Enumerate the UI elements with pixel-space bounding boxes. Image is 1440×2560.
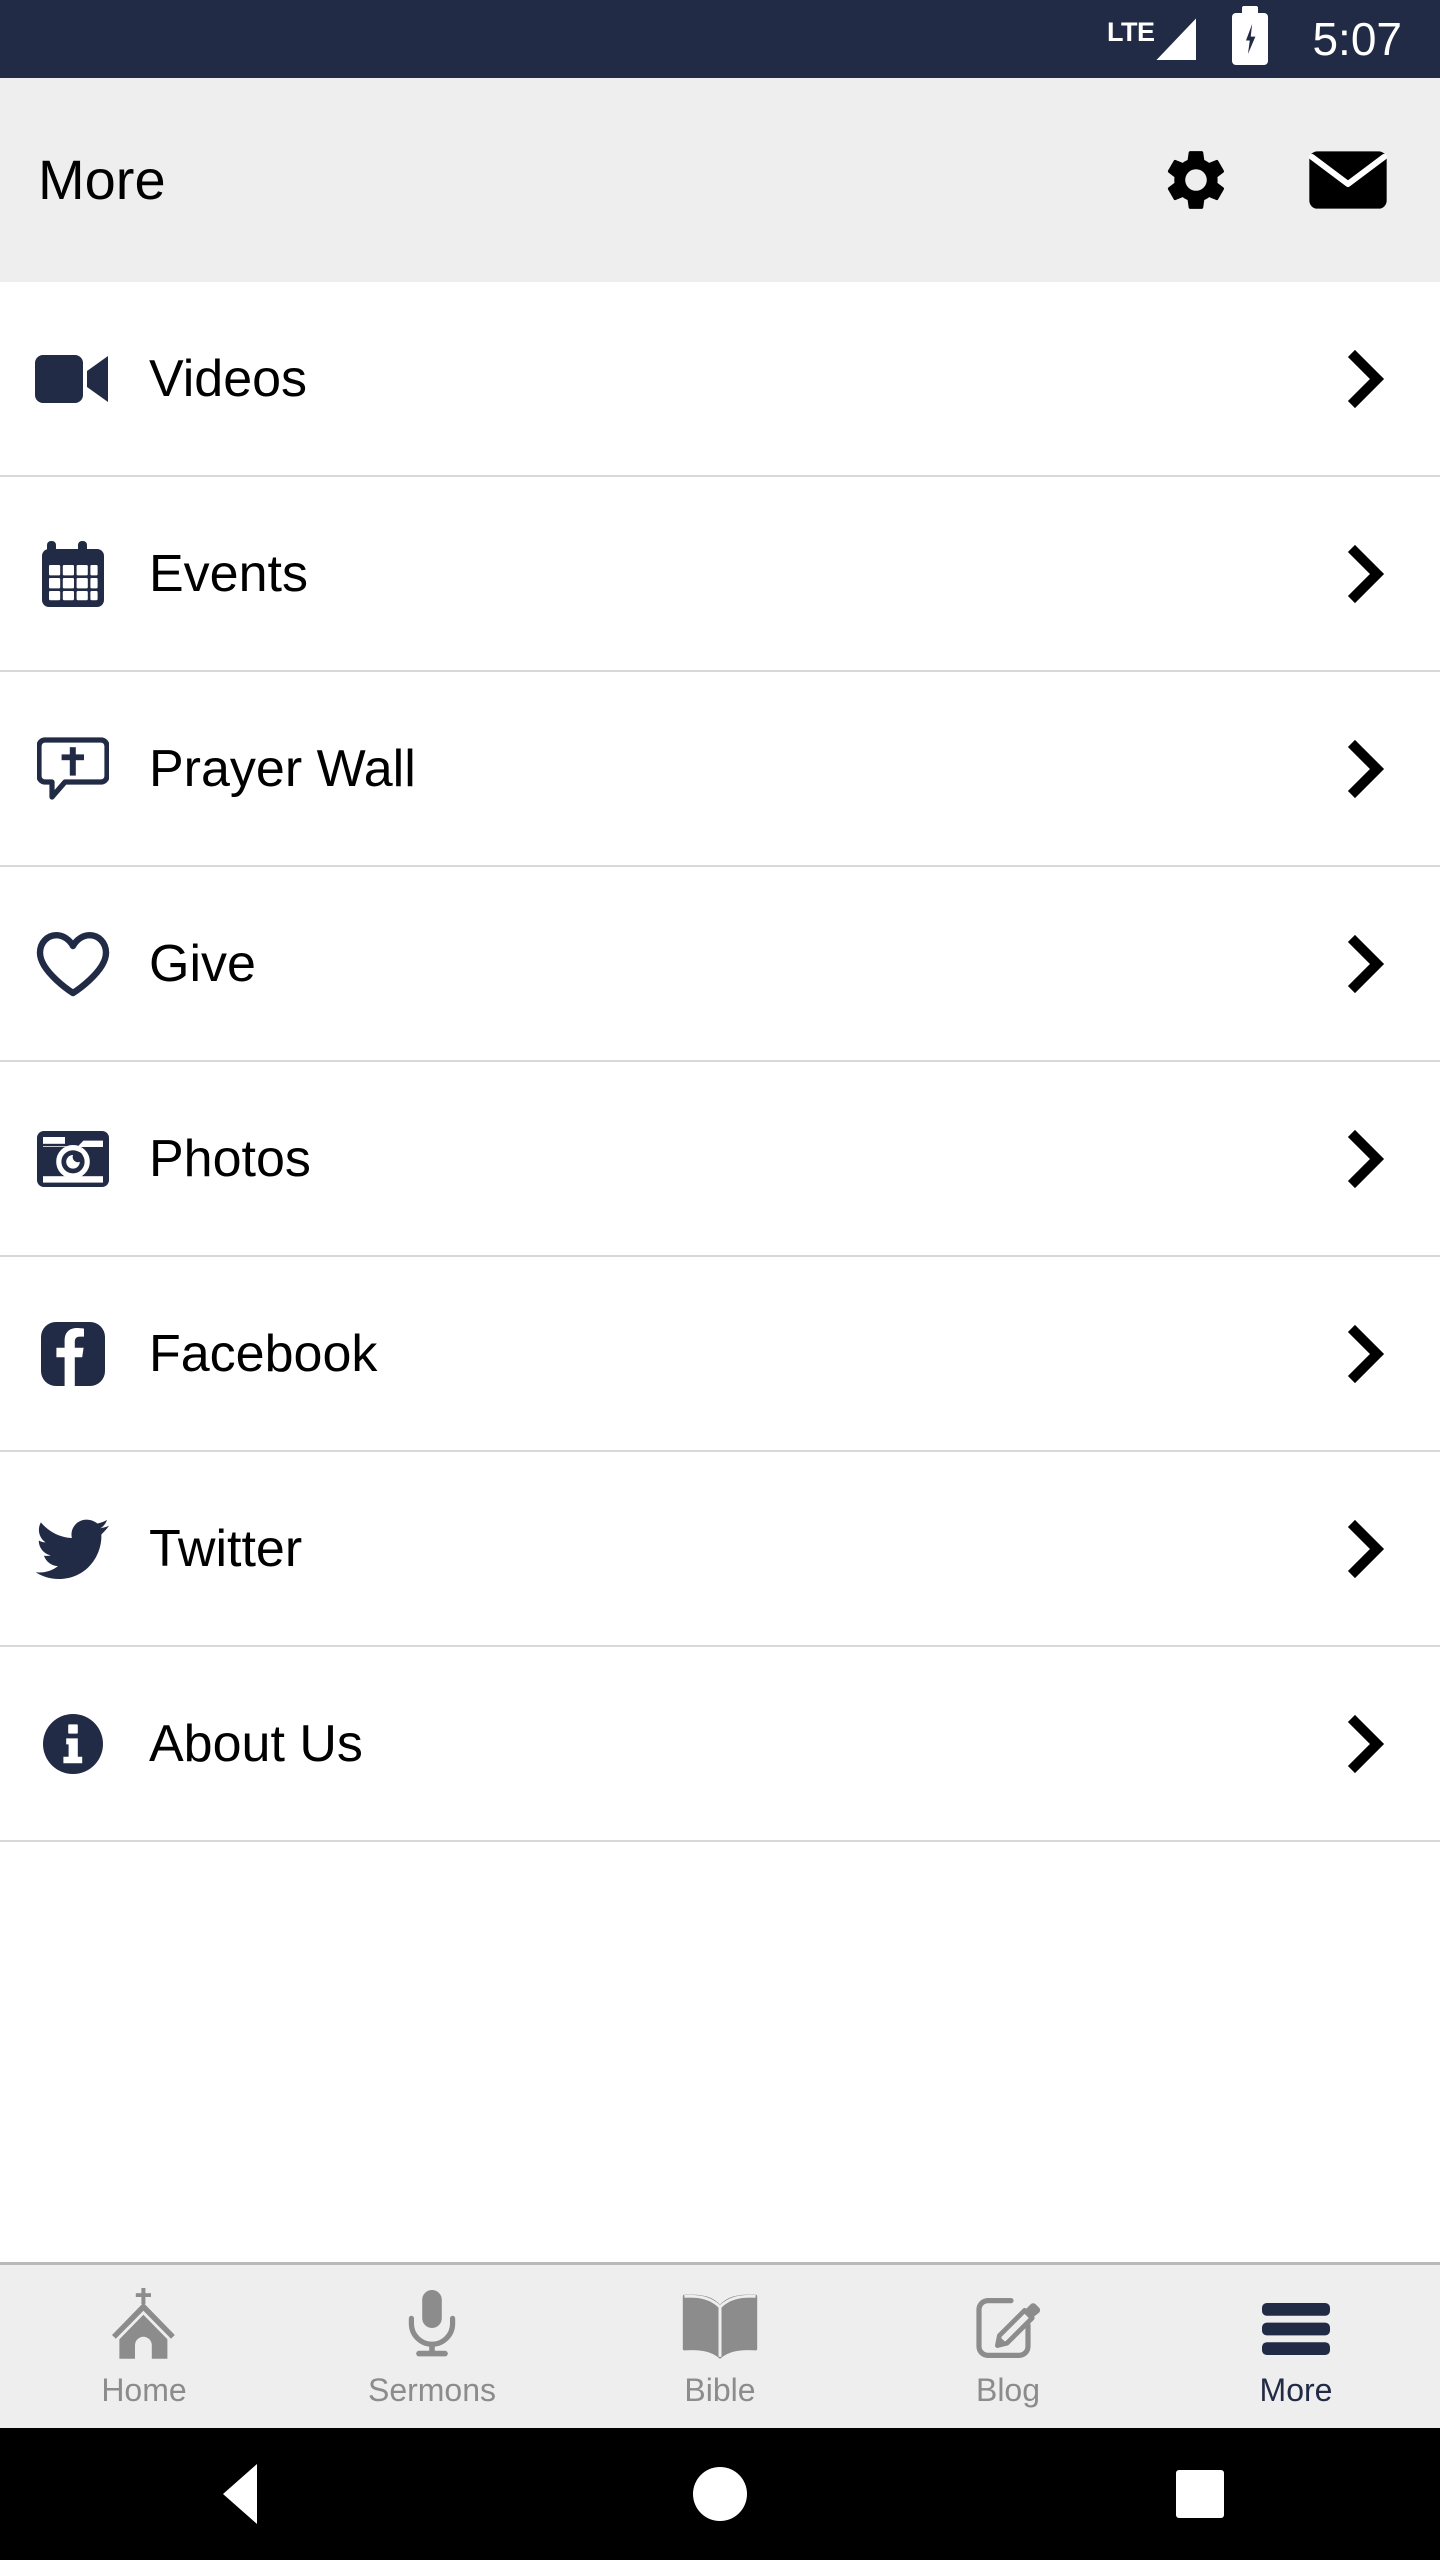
back-triangle-icon [223,2464,257,2524]
facebook-icon [0,1320,146,1388]
gear-icon [1167,151,1225,209]
list-item-give[interactable]: Give [0,867,1440,1062]
list-item-about-us[interactable]: About Us [0,1647,1440,1842]
app-header: More [0,78,1440,282]
menu-list: Videos Events Prayer Wall Give Photos Fa… [0,282,1440,1842]
signal-triangle-icon [1156,18,1197,60]
twitter-bird-icon [0,1517,146,1581]
list-item-label: About Us [149,1714,363,1773]
heart-outline-icon [0,930,146,998]
network-label: LTE [1106,17,1155,47]
envelope-icon [1309,151,1387,209]
list-item-label: Facebook [149,1324,378,1383]
network-indicator: LTE [1107,18,1197,60]
pencil-square-icon [973,2288,1043,2360]
list-item-facebook[interactable]: Facebook [0,1257,1440,1452]
tab-label: More [1259,2371,1333,2408]
list-empty-space [0,1842,1440,2262]
calendar-icon [0,539,146,609]
chevron-right-icon [1332,349,1402,409]
settings-button[interactable] [1160,144,1232,216]
open-book-icon [680,2288,760,2360]
list-item-prayer-wall[interactable]: Prayer Wall [0,672,1440,867]
tab-home[interactable]: Home [0,2265,288,2428]
tab-bible[interactable]: Bible [576,2265,864,2428]
microphone-icon [401,2288,463,2360]
list-item-label: Events [149,544,308,603]
list-item-label: Give [149,934,256,993]
prayer-chat-cross-icon [0,734,146,804]
android-nav-bar [0,2428,1440,2560]
chevron-right-icon [1332,739,1402,799]
church-icon [105,2287,183,2360]
list-item-videos[interactable]: Videos [0,282,1440,477]
bottom-tab-bar: Home Sermons Bible Blog More [0,2262,1440,2428]
camera-icon [0,1127,146,1191]
tab-label: Sermons [367,2371,497,2408]
nav-home-button[interactable] [480,2467,960,2521]
list-item-label: Photos [149,1129,311,1188]
nav-back-button[interactable] [0,2464,480,2524]
recents-square-icon [1176,2470,1224,2518]
chevron-right-icon [1332,1519,1402,1579]
tab-label: Bible [684,2371,756,2408]
list-item-label: Twitter [149,1519,303,1578]
tab-blog[interactable]: Blog [864,2265,1152,2428]
hamburger-icon [1260,2288,1332,2360]
header-actions [1160,144,1402,216]
chevron-right-icon [1332,1129,1402,1189]
chevron-right-icon [1332,1714,1402,1774]
page-title: More [38,148,166,211]
chevron-right-icon [1332,544,1402,604]
list-item-events[interactable]: Events [0,477,1440,672]
tab-label: Blog [975,2371,1041,2408]
tab-more[interactable]: More [1152,2265,1440,2428]
list-item-photos[interactable]: Photos [0,1062,1440,1257]
tab-label: Home [101,2371,187,2408]
bolt-glyph [1245,24,1256,54]
tab-sermons[interactable]: Sermons [288,2265,576,2428]
chevron-right-icon [1332,934,1402,994]
list-item-label: Prayer Wall [149,739,416,798]
list-item-twitter[interactable]: Twitter [0,1452,1440,1647]
home-circle-icon [693,2467,747,2521]
status-bar: LTE 5:07 [0,0,1440,78]
nav-recents-button[interactable] [960,2470,1440,2518]
chevron-right-icon [1332,1324,1402,1384]
list-item-label: Videos [149,349,308,408]
info-circle-icon [0,1712,146,1776]
app-root: LTE 5:07 More Videos Events Prayer Wall … [0,0,1440,2560]
status-bar-icons: LTE 5:07 [1107,13,1402,65]
battery-charging-icon [1232,13,1269,65]
mail-button[interactable] [1308,148,1388,212]
video-camera-icon [0,352,146,406]
status-bar-time: 5:07 [1312,13,1402,65]
